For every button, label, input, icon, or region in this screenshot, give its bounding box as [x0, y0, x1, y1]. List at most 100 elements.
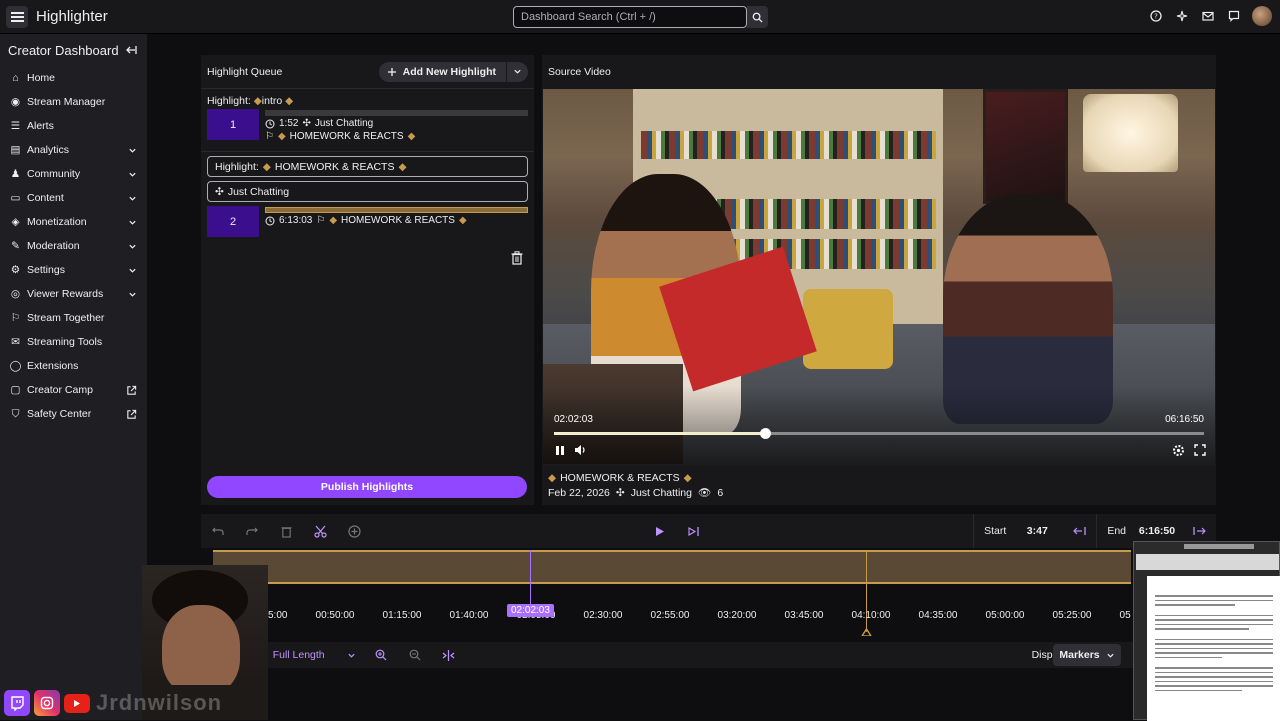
- chevron-down-icon[interactable]: [128, 266, 137, 275]
- clip-number-1[interactable]: 1: [207, 109, 259, 140]
- analytics-icon: ▤: [10, 144, 21, 156]
- undo-button[interactable]: [201, 514, 235, 548]
- timeline[interactable]: 00:25:0000:50:0001:15:0001:40:0002:05:00…: [201, 548, 1131, 636]
- tag-icon: ◆: [253, 95, 262, 107]
- end-value[interactable]: 6:16:50: [1132, 525, 1182, 537]
- sidebar-item-extensions[interactable]: ◯ Extensions: [0, 354, 147, 378]
- sidebar-item-settings[interactable]: ⚙ Settings: [0, 258, 147, 282]
- start-label: Start: [984, 525, 1007, 537]
- chat-icon[interactable]: [1226, 8, 1242, 24]
- marker-flag-icon[interactable]: [861, 628, 872, 636]
- sidebar-item-stream-together[interactable]: ⚐ Stream Together: [0, 306, 147, 330]
- zoom-out-button[interactable]: [398, 638, 432, 672]
- chevron-down-icon[interactable]: [513, 67, 522, 76]
- clip-info-2: 6:13:03 ⚐ ◆ HOMEWORK & REACTS ◆: [265, 206, 528, 226]
- sidebar-item-label: Extensions: [27, 360, 79, 372]
- sidebar-item-label: Creator Camp: [27, 384, 93, 396]
- search-button[interactable]: [747, 6, 768, 28]
- inbox-icon[interactable]: [1200, 8, 1216, 24]
- clip-row-2[interactable]: 2 6:13:03 ⚐ ◆ HOMEWORK & REACTS ◆: [201, 206, 534, 240]
- fullscreen-button[interactable]: [1193, 443, 1207, 457]
- start-value[interactable]: 3:47: [1012, 525, 1062, 537]
- timeline-tick-label: 03:45:00: [784, 610, 824, 621]
- edit-toolbar: Start 3:47 End 6:16:50: [201, 514, 1216, 548]
- volume-button[interactable]: [573, 443, 587, 457]
- tag-icon: ◆: [458, 215, 467, 226]
- sidebar-item-stream-manager[interactable]: ◉ Stream Manager: [0, 90, 147, 114]
- video-player[interactable]: 02:02:03 06:16:50: [543, 89, 1215, 466]
- display-value: Markers: [1059, 649, 1100, 661]
- menu-icon[interactable]: [6, 5, 28, 28]
- sidebar-item-analytics[interactable]: ▤ Analytics: [0, 138, 147, 162]
- sidebar-item-label: Safety Center: [27, 408, 92, 420]
- sidebar-item-alerts[interactable]: ☰ Alerts: [0, 114, 147, 138]
- user-avatar[interactable]: [1252, 6, 1272, 26]
- sidebar-item-label: Viewer Rewards: [27, 288, 104, 300]
- timeline-tick-label: 04:10:00: [851, 610, 891, 621]
- chevron-down-icon[interactable]: [128, 146, 137, 155]
- category-icon: ✣: [302, 118, 311, 129]
- playhead-label: 02:02:03: [507, 604, 554, 617]
- timeline-tick-label: 00:50:00: [315, 610, 355, 621]
- highlight-2-title-field[interactable]: Highlight: ◆ HOMEWORK & REACTS ◆: [207, 156, 528, 177]
- display-select[interactable]: Markers: [1053, 644, 1121, 666]
- sidebar-item-moderation[interactable]: ✎ Moderation: [0, 234, 147, 258]
- clip-duration-1: 1:52: [279, 118, 299, 129]
- sidebar-item-streaming-tools[interactable]: ✉ Streaming Tools: [0, 330, 147, 354]
- chevron-down-icon[interactable]: [347, 651, 356, 660]
- clip-meta-1: 1:52 ✣ Just Chatting: [265, 118, 528, 129]
- help-icon[interactable]: ?: [1148, 8, 1164, 24]
- title-icon: ⚐: [265, 131, 274, 142]
- sidebar-item-label: Analytics: [27, 144, 70, 156]
- sidebar-item-viewer-rewards[interactable]: ◎ Viewer Rewards: [0, 282, 147, 306]
- views-icon: 👁: [698, 487, 712, 499]
- settings-button[interactable]: [1171, 443, 1185, 457]
- playhead[interactable]: [530, 550, 531, 612]
- zoom-in-button[interactable]: [364, 638, 398, 672]
- add-marker-button[interactable]: [337, 514, 371, 548]
- sidebar-header: Creator Dashboard: [0, 34, 147, 66]
- external-link-icon: [127, 409, 137, 419]
- sidebar-item-community[interactable]: ♟ Community: [0, 162, 147, 186]
- clip-number-2[interactable]: 2: [207, 206, 259, 237]
- pause-button[interactable]: [553, 443, 567, 457]
- chevron-down-icon[interactable]: [128, 194, 137, 203]
- range-select[interactable]: Full Length: [273, 649, 325, 661]
- sidebar-item-content[interactable]: ▭ Content: [0, 186, 147, 210]
- seek-bar-fill: [554, 432, 766, 435]
- add-new-highlight-button[interactable]: Add New Highlight: [378, 61, 528, 82]
- chevron-down-icon[interactable]: [128, 170, 137, 179]
- trash-icon[interactable]: [511, 251, 523, 265]
- sparkle-icon[interactable]: [1174, 8, 1190, 24]
- sidebar-item-label: Moderation: [27, 240, 80, 252]
- books-image: [641, 131, 936, 159]
- tag-icon: ◆: [683, 472, 692, 484]
- publish-highlights-button[interactable]: Publish Highlights: [207, 476, 527, 498]
- set-start-button[interactable]: [1062, 514, 1096, 548]
- fit-button[interactable]: [432, 638, 466, 672]
- sidebar-item-creator-camp[interactable]: ▢ Creator Camp: [0, 378, 147, 402]
- sidebar-item-label: Stream Manager: [27, 96, 106, 108]
- sidebar-item-home[interactable]: ⌂ Home: [0, 66, 147, 90]
- chevron-down-icon[interactable]: [128, 218, 137, 227]
- social-overlay: Jrdnwilson: [4, 689, 222, 717]
- play-to-end-button[interactable]: [677, 514, 711, 548]
- video-title-row: ◆ HOMEWORK & REACTS ◆: [548, 472, 692, 484]
- chevron-down-icon[interactable]: [128, 290, 137, 299]
- highlight-2-category-field[interactable]: ✣ Just Chatting: [207, 181, 528, 202]
- sidebar-item-monetization[interactable]: ◈ Monetization: [0, 210, 147, 234]
- collapse-icon[interactable]: [125, 44, 137, 56]
- zoom-out-icon: [409, 649, 421, 661]
- timeline-tick-label: 05:50:00: [1119, 610, 1131, 621]
- end-label: End: [1107, 525, 1126, 537]
- delete-button[interactable]: [269, 514, 303, 548]
- sidebar-item-safety-center[interactable]: ⛉ Safety Center: [0, 402, 147, 426]
- play-button[interactable]: [643, 514, 677, 548]
- cut-button[interactable]: [303, 514, 337, 548]
- redo-button[interactable]: [235, 514, 269, 548]
- search-input[interactable]: Dashboard Search (Ctrl + /): [513, 6, 747, 28]
- seek-bar[interactable]: [554, 428, 1204, 439]
- clip-row-1[interactable]: 1 1:52 ✣ Just Chatting ⚐ ◆ HOMEWORK & RE…: [201, 109, 534, 143]
- chevron-down-icon[interactable]: [128, 242, 137, 251]
- timeline-clip-band[interactable]: [213, 550, 1131, 584]
